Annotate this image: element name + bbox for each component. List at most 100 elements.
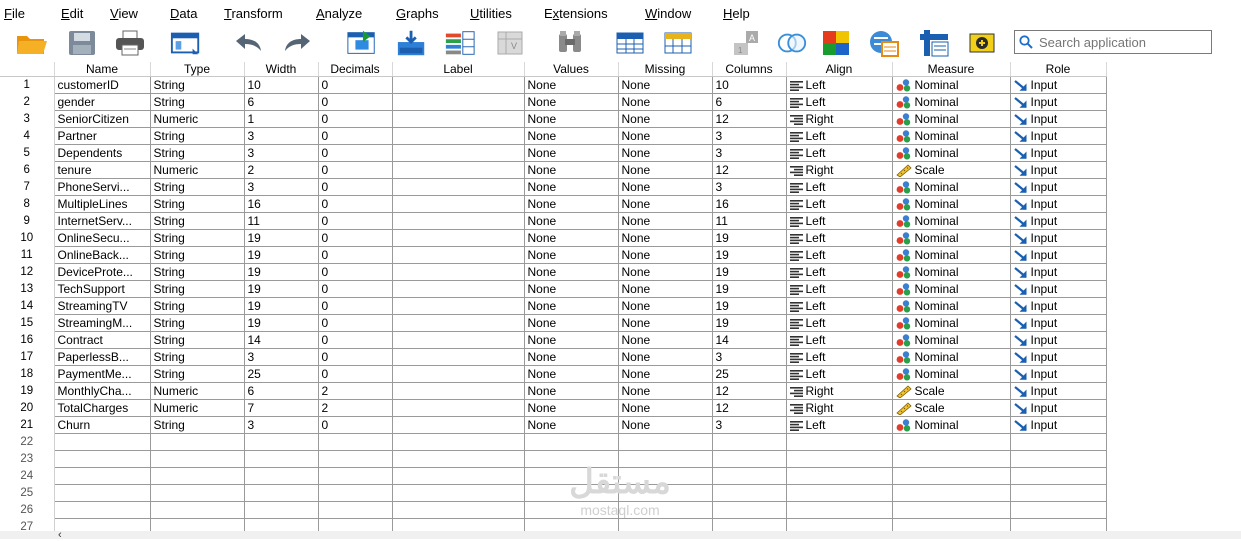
menu-file[interactable]: File	[4, 7, 25, 21]
cell-columns[interactable]: 19	[712, 229, 787, 247]
cell-width[interactable]: 19	[244, 297, 319, 315]
cell-measure[interactable]: Scale	[892, 161, 1011, 179]
empty-cell[interactable]	[318, 433, 393, 451]
cell-dec[interactable]: 2	[318, 382, 393, 400]
cell-missing[interactable]: None	[618, 399, 713, 417]
cell-measure[interactable]: Nominal	[892, 76, 1011, 94]
cell-values[interactable]: None	[524, 178, 619, 196]
cell-align[interactable]: Left	[786, 178, 893, 196]
empty-cell[interactable]	[892, 484, 1011, 502]
empty-cell[interactable]	[244, 467, 319, 485]
row-number[interactable]: 15	[0, 314, 55, 332]
column-header-role[interactable]: Role	[1010, 62, 1107, 77]
row-number[interactable]: 13	[0, 280, 55, 298]
cell-align[interactable]: Left	[786, 365, 893, 383]
empty-cell[interactable]	[786, 518, 893, 532]
cell-name[interactable]: customerID	[54, 76, 151, 94]
cell-name[interactable]: MultipleLines	[54, 195, 151, 213]
cell-values[interactable]: None	[524, 144, 619, 162]
row-number[interactable]: 26	[0, 501, 55, 519]
cell-columns[interactable]: 16	[712, 195, 787, 213]
corner-header[interactable]	[0, 62, 55, 77]
empty-cell[interactable]	[786, 433, 893, 451]
cell-type[interactable]: String	[150, 212, 245, 230]
column-header-values[interactable]: Values	[524, 62, 619, 77]
cell-columns[interactable]: 3	[712, 144, 787, 162]
cell-width[interactable]: 19	[244, 263, 319, 281]
cell-width[interactable]: 6	[244, 382, 319, 400]
empty-cell[interactable]	[54, 501, 151, 519]
show-all-variables-icon[interactable]	[868, 28, 900, 58]
row-number[interactable]: 14	[0, 297, 55, 315]
cell-width[interactable]: 3	[244, 348, 319, 366]
row-number[interactable]: 17	[0, 348, 55, 366]
variables-icon[interactable]	[444, 28, 476, 58]
cell-width[interactable]: 3	[244, 144, 319, 162]
cell-missing[interactable]: None	[618, 178, 713, 196]
cell-dec[interactable]: 0	[318, 246, 393, 264]
cell-values[interactable]: None	[524, 416, 619, 434]
cell-type[interactable]: String	[150, 263, 245, 281]
cell-label[interactable]	[392, 76, 525, 94]
cell-role[interactable]: Input	[1010, 382, 1107, 400]
cell-align[interactable]: Left	[786, 263, 893, 281]
cell-align[interactable]: Left	[786, 229, 893, 247]
horizontal-scrollbar[interactable]: ‹	[0, 529, 1241, 541]
cell-role[interactable]: Input	[1010, 229, 1107, 247]
cell-dec[interactable]: 0	[318, 212, 393, 230]
cell-missing[interactable]: None	[618, 161, 713, 179]
cell-columns[interactable]: 12	[712, 399, 787, 417]
menu-utilities[interactable]: Utilities	[470, 7, 512, 21]
cell-missing[interactable]: None	[618, 229, 713, 247]
menu-window[interactable]: Window	[645, 7, 691, 21]
cell-columns[interactable]: 12	[712, 161, 787, 179]
cell-name[interactable]: tenure	[54, 161, 151, 179]
cell-name[interactable]: TechSupport	[54, 280, 151, 298]
cell-width[interactable]: 6	[244, 93, 319, 111]
menu-edit[interactable]: Edit	[61, 7, 83, 21]
cell-dec[interactable]: 0	[318, 195, 393, 213]
cell-label[interactable]	[392, 212, 525, 230]
cell-type[interactable]: String	[150, 93, 245, 111]
cell-values[interactable]: None	[524, 229, 619, 247]
cell-width[interactable]: 1	[244, 110, 319, 128]
cell-name[interactable]: SeniorCitizen	[54, 110, 151, 128]
cell-columns[interactable]: 19	[712, 246, 787, 264]
cell-align[interactable]: Left	[786, 348, 893, 366]
row-number[interactable]: 1	[0, 76, 55, 94]
cell-align[interactable]: Right	[786, 382, 893, 400]
empty-cell[interactable]	[318, 501, 393, 519]
empty-cell[interactable]	[524, 467, 619, 485]
column-header-measure[interactable]: Measure	[892, 62, 1011, 77]
row-number[interactable]: 24	[0, 467, 55, 485]
cell-width[interactable]: 19	[244, 314, 319, 332]
cell-label[interactable]	[392, 178, 525, 196]
empty-cell[interactable]	[54, 518, 151, 532]
empty-cell[interactable]	[150, 433, 245, 451]
cell-measure[interactable]: Nominal	[892, 280, 1011, 298]
column-header-decimals[interactable]: Decimals	[318, 62, 393, 77]
empty-cell[interactable]	[392, 467, 525, 485]
cell-dec[interactable]: 0	[318, 416, 393, 434]
cell-dec[interactable]: 0	[318, 144, 393, 162]
empty-cell[interactable]	[54, 433, 151, 451]
empty-cell[interactable]	[712, 450, 787, 468]
cell-type[interactable]: String	[150, 178, 245, 196]
empty-cell[interactable]	[618, 450, 713, 468]
cell-type[interactable]: String	[150, 416, 245, 434]
cell-name[interactable]: TotalCharges	[54, 399, 151, 417]
cell-role[interactable]: Input	[1010, 314, 1107, 332]
empty-cell[interactable]	[892, 450, 1011, 468]
open-folder-icon[interactable]	[16, 28, 48, 58]
cell-label[interactable]	[392, 93, 525, 111]
column-header-width[interactable]: Width	[244, 62, 319, 77]
cell-label[interactable]	[392, 229, 525, 247]
cell-label[interactable]	[392, 399, 525, 417]
split-file-icon[interactable]: V	[494, 28, 526, 58]
cell-dec[interactable]: 0	[318, 178, 393, 196]
cell-measure[interactable]: Nominal	[892, 365, 1011, 383]
cell-missing[interactable]: None	[618, 144, 713, 162]
value-labels-icon[interactable]	[776, 28, 808, 58]
cell-role[interactable]: Input	[1010, 399, 1107, 417]
empty-cell[interactable]	[524, 501, 619, 519]
